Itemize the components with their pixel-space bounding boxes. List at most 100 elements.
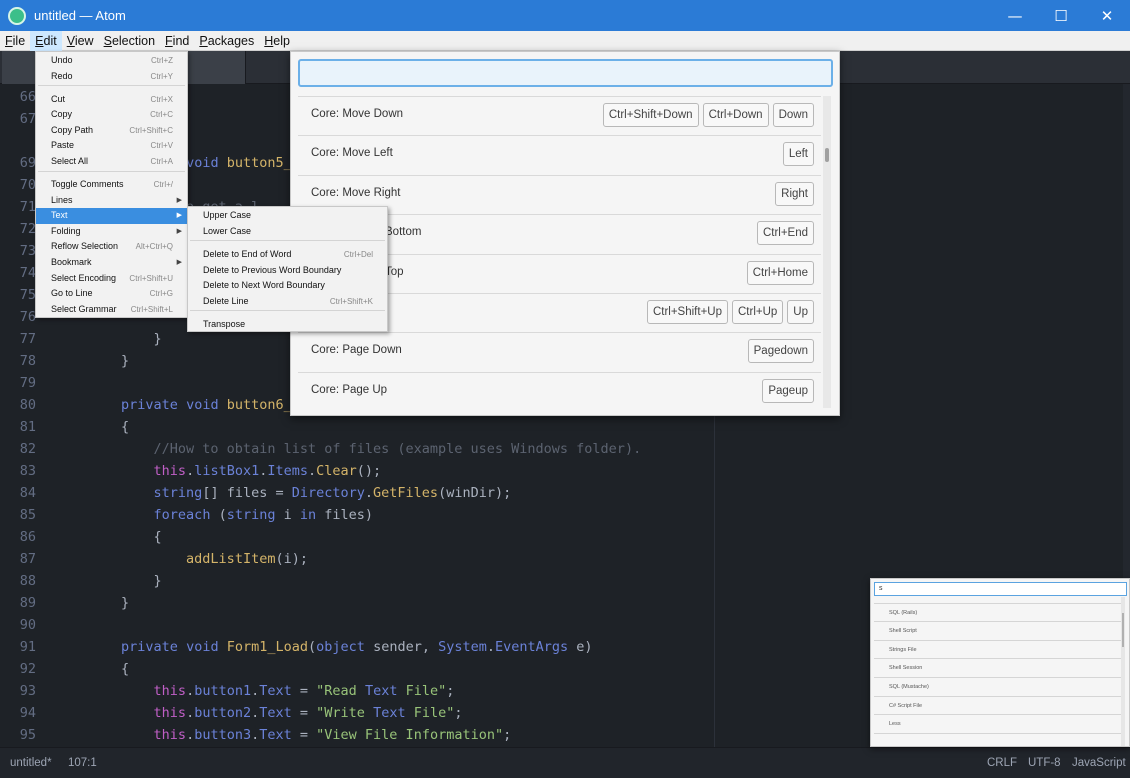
command-palette-input[interactable] [298, 59, 833, 87]
command-palette-scrollbar[interactable] [823, 96, 831, 408]
line-number: 92 [19, 661, 36, 677]
edit-menu-item-select-grammar[interactable]: Select Grammar Ctrl+Shift+L [36, 302, 187, 318]
chevron-right-icon: ▶ [176, 227, 182, 235]
edit-menu-item-folding[interactable]: Folding ▶ [36, 224, 187, 240]
edit-menu-item-lines[interactable]: Lines ▶ [36, 193, 187, 209]
grammar-list-item[interactable]: SQL (Rails) [874, 604, 1121, 623]
grammar-scrollbar[interactable] [1121, 597, 1125, 746]
grammar-list-item[interactable]: Shell Script [874, 622, 1121, 641]
code-line[interactable]: 86 { [0, 526, 1130, 548]
menu-find[interactable]: Find [160, 31, 194, 51]
command-palette-item[interactable]: Core: Move Left Left [298, 136, 821, 176]
menu-item-label: Bookmark [51, 257, 92, 267]
edit-menu-item-select-all[interactable]: Select All Ctrl+A [36, 154, 187, 170]
menu-help[interactable]: Help [259, 31, 295, 51]
edit-menu-item-toggle-comments[interactable]: Toggle Comments Ctrl+/ [36, 177, 187, 193]
menu-separator [38, 170, 185, 172]
menu-separator [190, 240, 385, 241]
menu-item-label: Upper Case [203, 210, 252, 220]
text-submenu-item-lower-case[interactable]: Lower Case [188, 224, 387, 240]
menu-item-label: Folding [51, 225, 81, 236]
line-number: 79 [19, 375, 36, 391]
chevron-right-icon: ▶ [176, 196, 182, 204]
edit-menu-item-reflow-selection[interactable]: Reflow Selection Alt+Ctrl+Q [36, 239, 187, 255]
grammar-list-item[interactable]: Strings File [874, 641, 1121, 660]
menu-edit[interactable]: Edit [30, 30, 62, 51]
keybinding-badge: Ctrl+Down [702, 103, 769, 127]
edit-menu-item-text[interactable]: Text ▶ [36, 208, 187, 224]
line-number: 76 [19, 309, 36, 325]
grammar-search-input[interactable]: s [874, 582, 1127, 596]
close-button[interactable]: ✕ [1084, 0, 1130, 31]
grammar-list-item[interactable]: C# Script File [874, 697, 1121, 716]
line-number: 73 [19, 243, 36, 259]
chevron-right-icon: ▶ [176, 212, 182, 220]
menu-item-shortcut: Ctrl+X [150, 94, 173, 104]
chevron-right-icon: ▶ [176, 259, 182, 266]
text-submenu-item-delete-to-end-of-word[interactable]: Delete to End of Word Ctrl+Del [188, 247, 387, 263]
edit-menu-item-paste[interactable]: Paste Ctrl+V [36, 138, 187, 154]
code-line[interactable]: 87 addListItem(i); [0, 548, 1130, 570]
menu-selection[interactable]: Selection [99, 31, 160, 51]
edit-menu-item-copy-path[interactable]: Copy Path Ctrl+Shift+C [36, 123, 187, 139]
command-palette-item[interactable]: Core: Move Down Ctrl+Shift+Down Ctrl+Down D… [298, 97, 821, 137]
menu-view[interactable]: View [62, 31, 99, 51]
grammar-list-item[interactable]: SQL (Mustache) [874, 678, 1121, 697]
menu-packages[interactable]: Packages [194, 31, 259, 51]
grammar-list-item[interactable]: Shell Session [874, 659, 1121, 678]
editor-scrollbar[interactable] [1123, 84, 1130, 578]
atom-logo-icon [8, 6, 26, 25]
command-name: Core: Move Left [311, 147, 393, 160]
status-file-name[interactable]: untitled* [10, 757, 52, 769]
edit-menu-item-go-to-line[interactable]: Go to Line Ctrl+G [36, 286, 187, 302]
minimize-button[interactable]: — [992, 0, 1038, 31]
menu-item-label: Paste [51, 140, 75, 151]
line-number: 72 [19, 221, 36, 237]
menu-file[interactable]: File [0, 31, 30, 51]
status-line-ending[interactable]: CRLF [987, 757, 1017, 769]
text-submenu-item-transpose[interactable]: Transpose [188, 317, 387, 333]
command-palette-scroll-thumb[interactable] [825, 148, 829, 162]
code-text: { [56, 419, 130, 435]
status-grammar[interactable]: JavaScript [1072, 757, 1126, 769]
grammar-name: Strings File [889, 646, 917, 653]
line-number: 75 [19, 287, 36, 303]
edit-menu-item-bookmark[interactable]: Bookmark ▶ [36, 255, 187, 271]
command-palette-item[interactable]: Core: Page Down Pagedown [298, 333, 821, 373]
menu-item-shortcut: Ctrl+G [149, 289, 173, 299]
code-line[interactable]: 81 { [0, 416, 1130, 438]
line-number: 69 [19, 155, 36, 171]
menu-item-shortcut: Ctrl+V [150, 141, 173, 151]
edit-menu-item-redo[interactable]: Redo Ctrl+Y [36, 69, 187, 85]
keybinding-badge: Left [782, 142, 814, 167]
code-line[interactable]: 85 foreach (string i in files) [0, 504, 1130, 526]
edit-menu-item-copy[interactable]: Copy Ctrl+C [36, 107, 187, 123]
text-submenu-item-delete-line[interactable]: Delete Line Ctrl+Shift+K [188, 294, 387, 310]
keybinding-group: Pageup [762, 378, 814, 403]
command-name: Core: Page Down [311, 344, 402, 357]
maximize-button[interactable]: ☐ [1038, 0, 1084, 31]
command-palette-item[interactable]: Core: Page Up Pageup [298, 373, 821, 408]
status-encoding[interactable]: UTF-8 [1028, 757, 1061, 769]
text-submenu-item-delete-to-previous-word-boundary[interactable]: Delete to Previous Word Boundary [188, 263, 387, 279]
edit-menu-item-cut[interactable]: Cut Ctrl+X [36, 92, 187, 108]
code-line[interactable]: 82 //How to obtain list of files (exampl… [0, 438, 1130, 460]
line-number: 80 [19, 397, 36, 413]
keybinding-badge: Ctrl+End [756, 221, 814, 246]
code-line[interactable]: 84 string[] files = Directory.GetFiles(w… [0, 482, 1130, 504]
keybinding-group: Ctrl+Shift+Up Ctrl+Up Up [646, 300, 814, 324]
code-text: } [56, 573, 162, 589]
status-cursor-position[interactable]: 107:1 [68, 757, 97, 769]
keybinding-group: Pagedown [747, 339, 814, 364]
grammar-scroll-thumb[interactable] [1122, 613, 1124, 647]
line-number: 81 [19, 419, 36, 435]
line-number: 74 [19, 265, 36, 281]
code-line[interactable]: 83 this.listBox1.Items.Clear(); [0, 460, 1130, 482]
menu-item-shortcut: Ctrl+C [150, 110, 173, 120]
text-submenu-item-delete-to-next-word-boundary[interactable]: Delete to Next Word Boundary [188, 278, 387, 294]
edit-menu-item-select-encoding[interactable]: Select Encoding Ctrl+Shift+U [36, 271, 187, 287]
grammar-list-item[interactable]: Less [874, 715, 1121, 734]
grammar-list-item[interactable] [874, 597, 1121, 604]
edit-menu-item-undo[interactable]: Undo Ctrl+Z [36, 53, 187, 69]
text-submenu-item-upper-case[interactable]: Upper Case [188, 208, 387, 224]
